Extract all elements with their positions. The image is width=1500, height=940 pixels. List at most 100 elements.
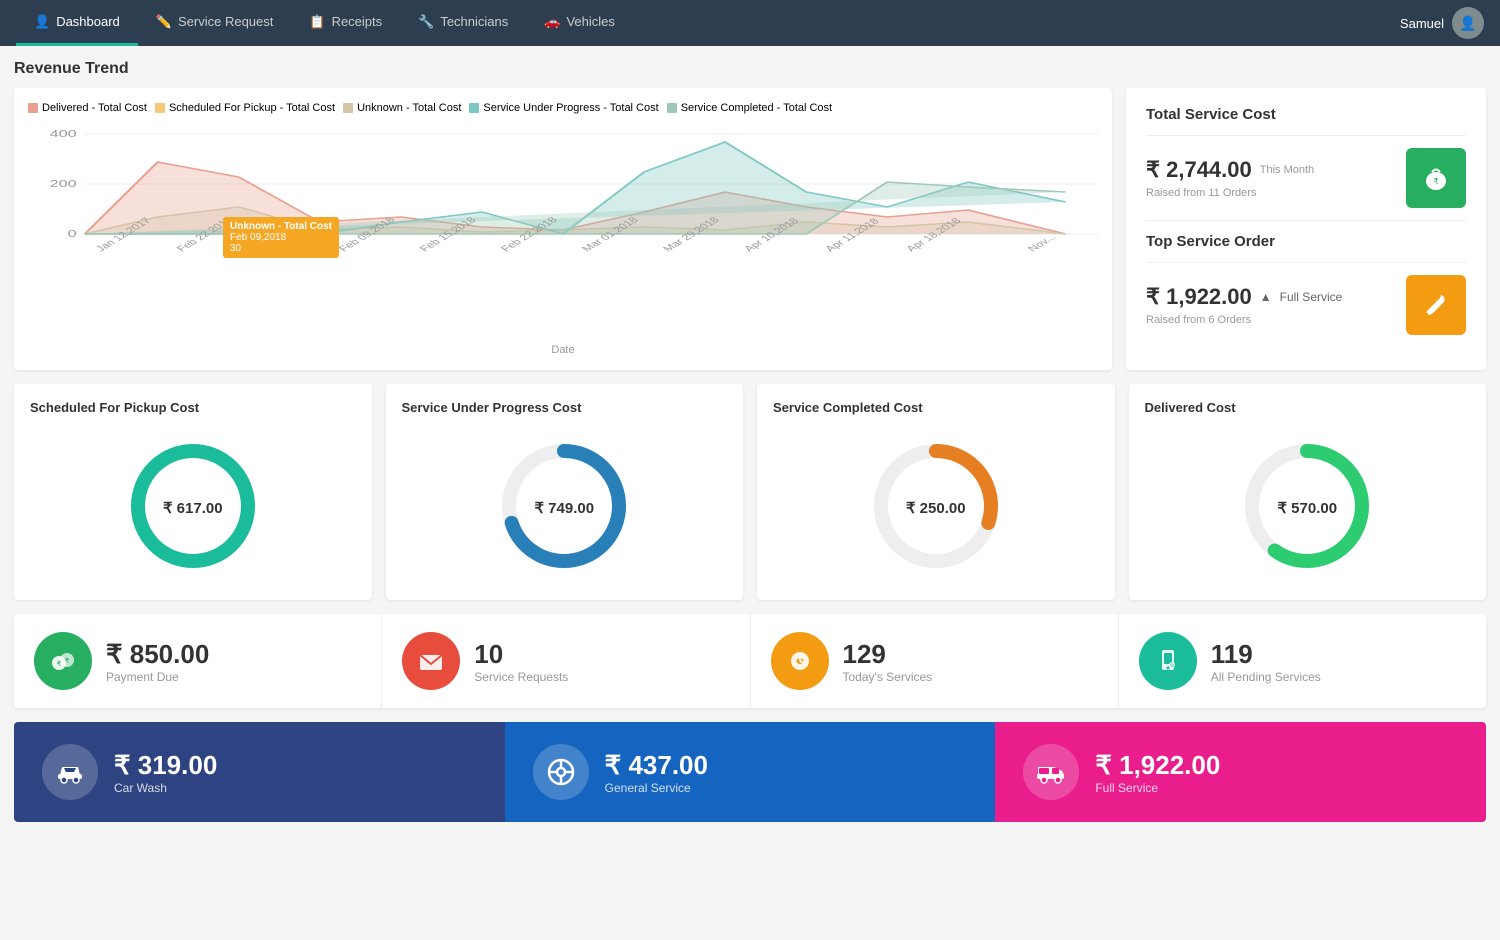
donut-wrapper-delivered: ₹ 570.00 bbox=[1145, 431, 1471, 584]
donut-card-scheduled: Scheduled For Pickup Cost ₹ 617.00 bbox=[14, 384, 372, 600]
donut-row: Scheduled For Pickup Cost ₹ 617.00 Servi… bbox=[14, 384, 1486, 600]
envelope-icon bbox=[417, 647, 445, 675]
legend-label-under-progress: Service Under Progress - Total Cost bbox=[483, 102, 658, 114]
top-service-order-type: Full Service bbox=[1280, 290, 1343, 304]
legend-dot-unknown bbox=[343, 103, 353, 113]
payment-due-icon: ₹ ₹ bbox=[34, 632, 92, 690]
donut-title-scheduled: Scheduled For Pickup Cost bbox=[30, 400, 199, 415]
service-request-icon: ✏️ bbox=[156, 14, 172, 30]
nav-item-dashboard[interactable]: 👤 Dashboard bbox=[16, 0, 138, 46]
legend-completed: Service Completed - Total Cost bbox=[667, 102, 832, 114]
legend-label-completed: Service Completed - Total Cost bbox=[681, 102, 832, 114]
nav-item-technicians[interactable]: 🔧 Technicians bbox=[400, 0, 526, 46]
metric-payment-due-label: Payment Due bbox=[106, 670, 209, 684]
mobile-icon: ⚙ bbox=[1154, 647, 1182, 675]
banner-full-service-label: Full Service bbox=[1095, 781, 1220, 795]
donut-wrapper-under-progress: ₹ 749.00 bbox=[402, 431, 728, 584]
metric-pending-services: ⚙ 119 All Pending Services bbox=[1119, 614, 1486, 708]
total-service-cost-section: ₹ 2,744.00 This Month Raised from 11 Ord… bbox=[1146, 136, 1466, 221]
legend-unknown: Unknown - Total Cost bbox=[343, 102, 461, 114]
nav-item-receipts[interactable]: 📋 Receipts bbox=[291, 0, 400, 46]
wrench-icon bbox=[1421, 290, 1451, 320]
full-service-icon-circle bbox=[1023, 744, 1079, 800]
legend-label-unknown: Unknown - Total Cost bbox=[357, 102, 461, 114]
banner-general-service-label: General Service bbox=[605, 781, 708, 795]
todays-services-icon bbox=[771, 632, 829, 690]
donut-container-delivered: ₹ 570.00 bbox=[1232, 431, 1382, 584]
dashboard-icon: 👤 bbox=[34, 14, 50, 30]
metric-service-requests-value: 10 bbox=[474, 639, 568, 670]
banner-general-service[interactable]: ₹ 437.00 General Service bbox=[505, 722, 996, 822]
coins-icon: ₹ ₹ bbox=[49, 647, 77, 675]
donut-card-completed: Service Completed Cost ₹ 250.00 bbox=[757, 384, 1115, 600]
donut-title-completed: Service Completed Cost bbox=[773, 400, 923, 415]
money-bag-icon: ₹ bbox=[1421, 163, 1451, 193]
nav-label-vehicles: Vehicles bbox=[566, 14, 614, 29]
donut-container-completed: ₹ 250.00 bbox=[861, 431, 1011, 584]
metric-pending-services-label: All Pending Services bbox=[1211, 670, 1321, 684]
legend-dot-delivered bbox=[28, 103, 38, 113]
banner-car-wash-label: Car Wash bbox=[114, 781, 217, 795]
page-title: Revenue Trend bbox=[14, 60, 1486, 78]
chart-card: Delivered - Total Cost Scheduled For Pic… bbox=[14, 88, 1112, 370]
banner-general-service-value: ₹ 437.00 bbox=[605, 750, 708, 781]
donut-title-delivered: Delivered Cost bbox=[1145, 400, 1236, 415]
banner-full-service[interactable]: ₹ 1,922.00 Full Service bbox=[995, 722, 1486, 822]
donut-title-under-progress: Service Under Progress Cost bbox=[402, 400, 582, 415]
metric-service-requests-label: Service Requests bbox=[474, 670, 568, 684]
car-icon bbox=[55, 757, 85, 787]
user-name: Samuel bbox=[1400, 16, 1444, 31]
metric-pending-services-text: 119 All Pending Services bbox=[1211, 639, 1321, 684]
legend-under-progress: Service Under Progress - Total Cost bbox=[469, 102, 658, 114]
metric-payment-due: ₹ ₹ ₹ 850.00 Payment Due bbox=[14, 614, 382, 708]
banner-car-wash-value: ₹ 319.00 bbox=[114, 750, 217, 781]
total-service-cost-left: ₹ 2,744.00 This Month Raised from 11 Ord… bbox=[1146, 157, 1314, 199]
donut-value-delivered: ₹ 570.00 bbox=[1277, 499, 1337, 517]
donut-wrapper-completed: ₹ 250.00 bbox=[773, 431, 1099, 584]
legend-dot-scheduled bbox=[155, 103, 165, 113]
vehicles-icon: 🚗 bbox=[544, 14, 560, 30]
banner-row: ₹ 319.00 Car Wash ₹ 437.00 General Servi… bbox=[14, 722, 1486, 822]
total-service-cost-value: ₹ 2,744.00 bbox=[1146, 157, 1252, 183]
banner-car-wash[interactable]: ₹ 319.00 Car Wash bbox=[14, 722, 505, 822]
top-service-order-left: ₹ 1,922.00 ▲ Full Service Raised from 6 … bbox=[1146, 284, 1342, 326]
donut-container-under-progress: ₹ 749.00 bbox=[489, 431, 639, 584]
chart-axis-label: Date bbox=[28, 344, 1098, 356]
pending-services-icon: ⚙ bbox=[1139, 632, 1197, 690]
donut-container-scheduled: ₹ 617.00 bbox=[118, 431, 268, 584]
donut-value-completed: ₹ 250.00 bbox=[906, 499, 966, 517]
total-service-cost-period: This Month bbox=[1260, 164, 1314, 176]
nav-item-vehicles[interactable]: 🚗 Vehicles bbox=[526, 0, 633, 46]
nav-label-receipts: Receipts bbox=[332, 14, 383, 29]
nav-label-technicians: Technicians bbox=[440, 14, 508, 29]
metric-service-requests-text: 10 Service Requests bbox=[474, 639, 568, 684]
svg-text:₹: ₹ bbox=[65, 657, 70, 665]
metric-row: ₹ ₹ ₹ 850.00 Payment Due 10 Service Requ… bbox=[14, 614, 1486, 708]
total-cost-badge: ₹ bbox=[1406, 148, 1466, 208]
legend-label-scheduled: Scheduled For Pickup - Total Cost bbox=[169, 102, 335, 114]
top-service-order-value: ₹ 1,922.00 bbox=[1146, 284, 1252, 310]
legend-scheduled: Scheduled For Pickup - Total Cost bbox=[155, 102, 335, 114]
donut-wrapper-scheduled: ₹ 617.00 bbox=[30, 431, 356, 584]
avatar[interactable]: 👤 bbox=[1452, 7, 1484, 39]
nav-user: Samuel 👤 bbox=[1400, 7, 1484, 39]
banner-full-service-value: ₹ 1,922.00 bbox=[1095, 750, 1220, 781]
nav-item-service-request[interactable]: ✏️ Service Request bbox=[138, 0, 292, 46]
legend-dot-completed bbox=[667, 103, 677, 113]
top-service-order-section: ₹ 1,922.00 ▲ Full Service Raised from 6 … bbox=[1146, 263, 1466, 347]
donut-card-under-progress: Service Under Progress Cost ₹ 749.00 bbox=[386, 384, 744, 600]
svg-text:200: 200 bbox=[50, 178, 77, 189]
svg-text:Nov...: Nov... bbox=[1025, 233, 1058, 254]
nav-items: 👤 Dashboard ✏️ Service Request 📋 Receipt… bbox=[16, 0, 1400, 46]
steering-wheel-icon bbox=[546, 757, 576, 787]
svg-text:₹: ₹ bbox=[1433, 177, 1438, 186]
revenue-chart: 400 200 0 bbox=[28, 122, 1098, 342]
donut-card-delivered: Delivered Cost ₹ 570.00 bbox=[1129, 384, 1487, 600]
top-order-badge bbox=[1406, 275, 1466, 335]
top-row: Delivered - Total Cost Scheduled For Pic… bbox=[14, 88, 1486, 370]
legend-label-delivered: Delivered - Total Cost bbox=[42, 102, 147, 114]
metric-payment-due-text: ₹ 850.00 Payment Due bbox=[106, 639, 209, 684]
metric-service-requests: 10 Service Requests bbox=[382, 614, 750, 708]
top-service-order-label: Top Service Order bbox=[1146, 221, 1466, 263]
banner-full-service-text: ₹ 1,922.00 Full Service bbox=[1095, 750, 1220, 795]
